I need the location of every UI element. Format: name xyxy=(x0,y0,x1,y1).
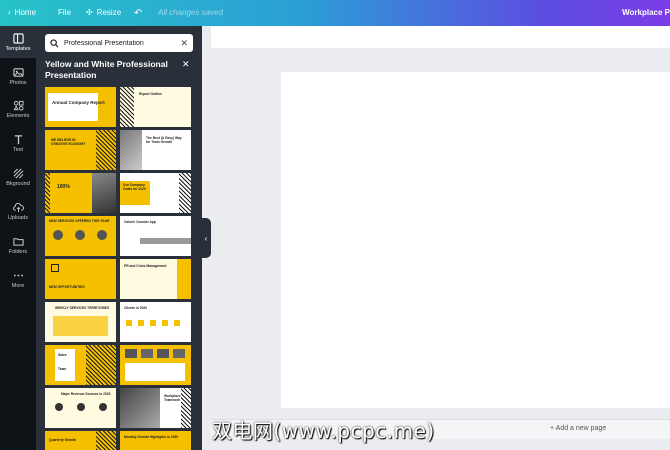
folders-icon xyxy=(12,237,24,246)
rail-templates[interactable]: Templates xyxy=(0,26,36,58)
template-thumbnail[interactable]: Sales Team xyxy=(45,345,116,385)
document-title[interactable]: Workplace P xyxy=(622,8,670,17)
templates-panel: Professional Presentation ✕ Yellow and W… xyxy=(36,26,202,450)
undo-button[interactable]: ↶ xyxy=(134,8,142,19)
template-thumbnail[interactable]: Quarterly Growth xyxy=(45,431,116,450)
template-thumbnail[interactable]: Report Outline xyxy=(120,87,191,127)
template-thumbnail[interactable]: Annual Company Report xyxy=(45,87,116,127)
rail-text[interactable]: Text xyxy=(0,127,36,159)
template-thumbnail[interactable]: Our Company Goals for 2020 xyxy=(120,173,191,213)
rail-more[interactable]: More xyxy=(0,263,36,295)
top-toolbar: ‹ Home File ✣ Resize ↶ All changes saved… xyxy=(0,0,670,26)
rail-folders[interactable]: Folders xyxy=(0,229,36,261)
close-icon[interactable]: ✕ xyxy=(182,59,192,69)
template-thumbnail[interactable]: Major Revenue Sources in 2020 xyxy=(45,388,116,428)
design-page[interactable] xyxy=(281,72,670,408)
collection-title: Yellow and White Professional Presentati… xyxy=(45,59,168,80)
template-thumbnail[interactable]: WEEKLY SERVICES TERRITORIES xyxy=(45,302,116,342)
resize-button[interactable]: ✣ Resize xyxy=(86,8,121,17)
template-thumbnail[interactable]: WE BELIEVE IN CREATIVE ECONOMY xyxy=(45,130,116,170)
search-field[interactable]: Professional Presentation ✕ xyxy=(45,34,193,52)
clear-search-icon[interactable]: ✕ xyxy=(180,38,188,49)
more-icon xyxy=(13,274,23,276)
template-thumbnail[interactable]: Clients in 2020 xyxy=(120,302,191,342)
chevron-left-icon: ‹ xyxy=(204,233,208,243)
watermark-text: 双电网(www.pcpc.me) xyxy=(212,419,435,443)
text-icon xyxy=(14,134,22,144)
template-thumbnail[interactable]: The Best (& Easy) Way for Team Growth xyxy=(120,130,191,170)
collapse-panel-button[interactable]: ‹ xyxy=(201,218,211,258)
rail-elements[interactable]: Elements xyxy=(0,93,36,125)
template-thumbnail[interactable]: PR and Crisis Management xyxy=(120,259,191,299)
template-thumbnail[interactable]: Workplace Teamwork xyxy=(120,388,191,428)
background-icon xyxy=(13,168,23,178)
template-thumbnail[interactable]: 100% xyxy=(45,173,116,213)
templates-icon xyxy=(12,32,24,44)
elements-icon xyxy=(13,100,24,111)
home-button[interactable]: ‹ Home xyxy=(8,8,36,17)
rail-uploads[interactable]: Uploads xyxy=(0,195,36,227)
rail-photos[interactable]: Photos xyxy=(0,60,36,92)
chevron-left-icon: ‹ xyxy=(8,8,11,17)
save-status: All changes saved xyxy=(158,8,223,17)
template-thumbnail[interactable] xyxy=(120,345,191,385)
uploads-icon xyxy=(12,202,24,212)
photos-icon xyxy=(12,67,24,77)
template-thumbnail[interactable]: Calorie Counter App xyxy=(120,216,191,256)
template-thumbnail[interactable]: NEW OPPORTUNITIES xyxy=(45,259,116,299)
undo-icon: ↶ xyxy=(134,8,143,19)
side-rail: Templates Photos Elements Text Bkground … xyxy=(0,26,36,450)
search-icon xyxy=(50,38,59,48)
resize-icon: ✣ xyxy=(86,8,93,17)
template-thumbnail[interactable]: Monthly Growth Highlights in 2020 xyxy=(120,431,191,450)
add-page-button[interactable]: + Add a new page xyxy=(550,425,606,432)
search-input[interactable]: Professional Presentation xyxy=(64,40,180,47)
rail-background[interactable]: Bkground xyxy=(0,161,36,193)
file-menu[interactable]: File xyxy=(58,8,71,17)
template-thumbnail[interactable]: NEW SERVICES OFFERED THIS YEAR xyxy=(45,216,116,256)
editor-subtoolbar xyxy=(211,26,670,48)
